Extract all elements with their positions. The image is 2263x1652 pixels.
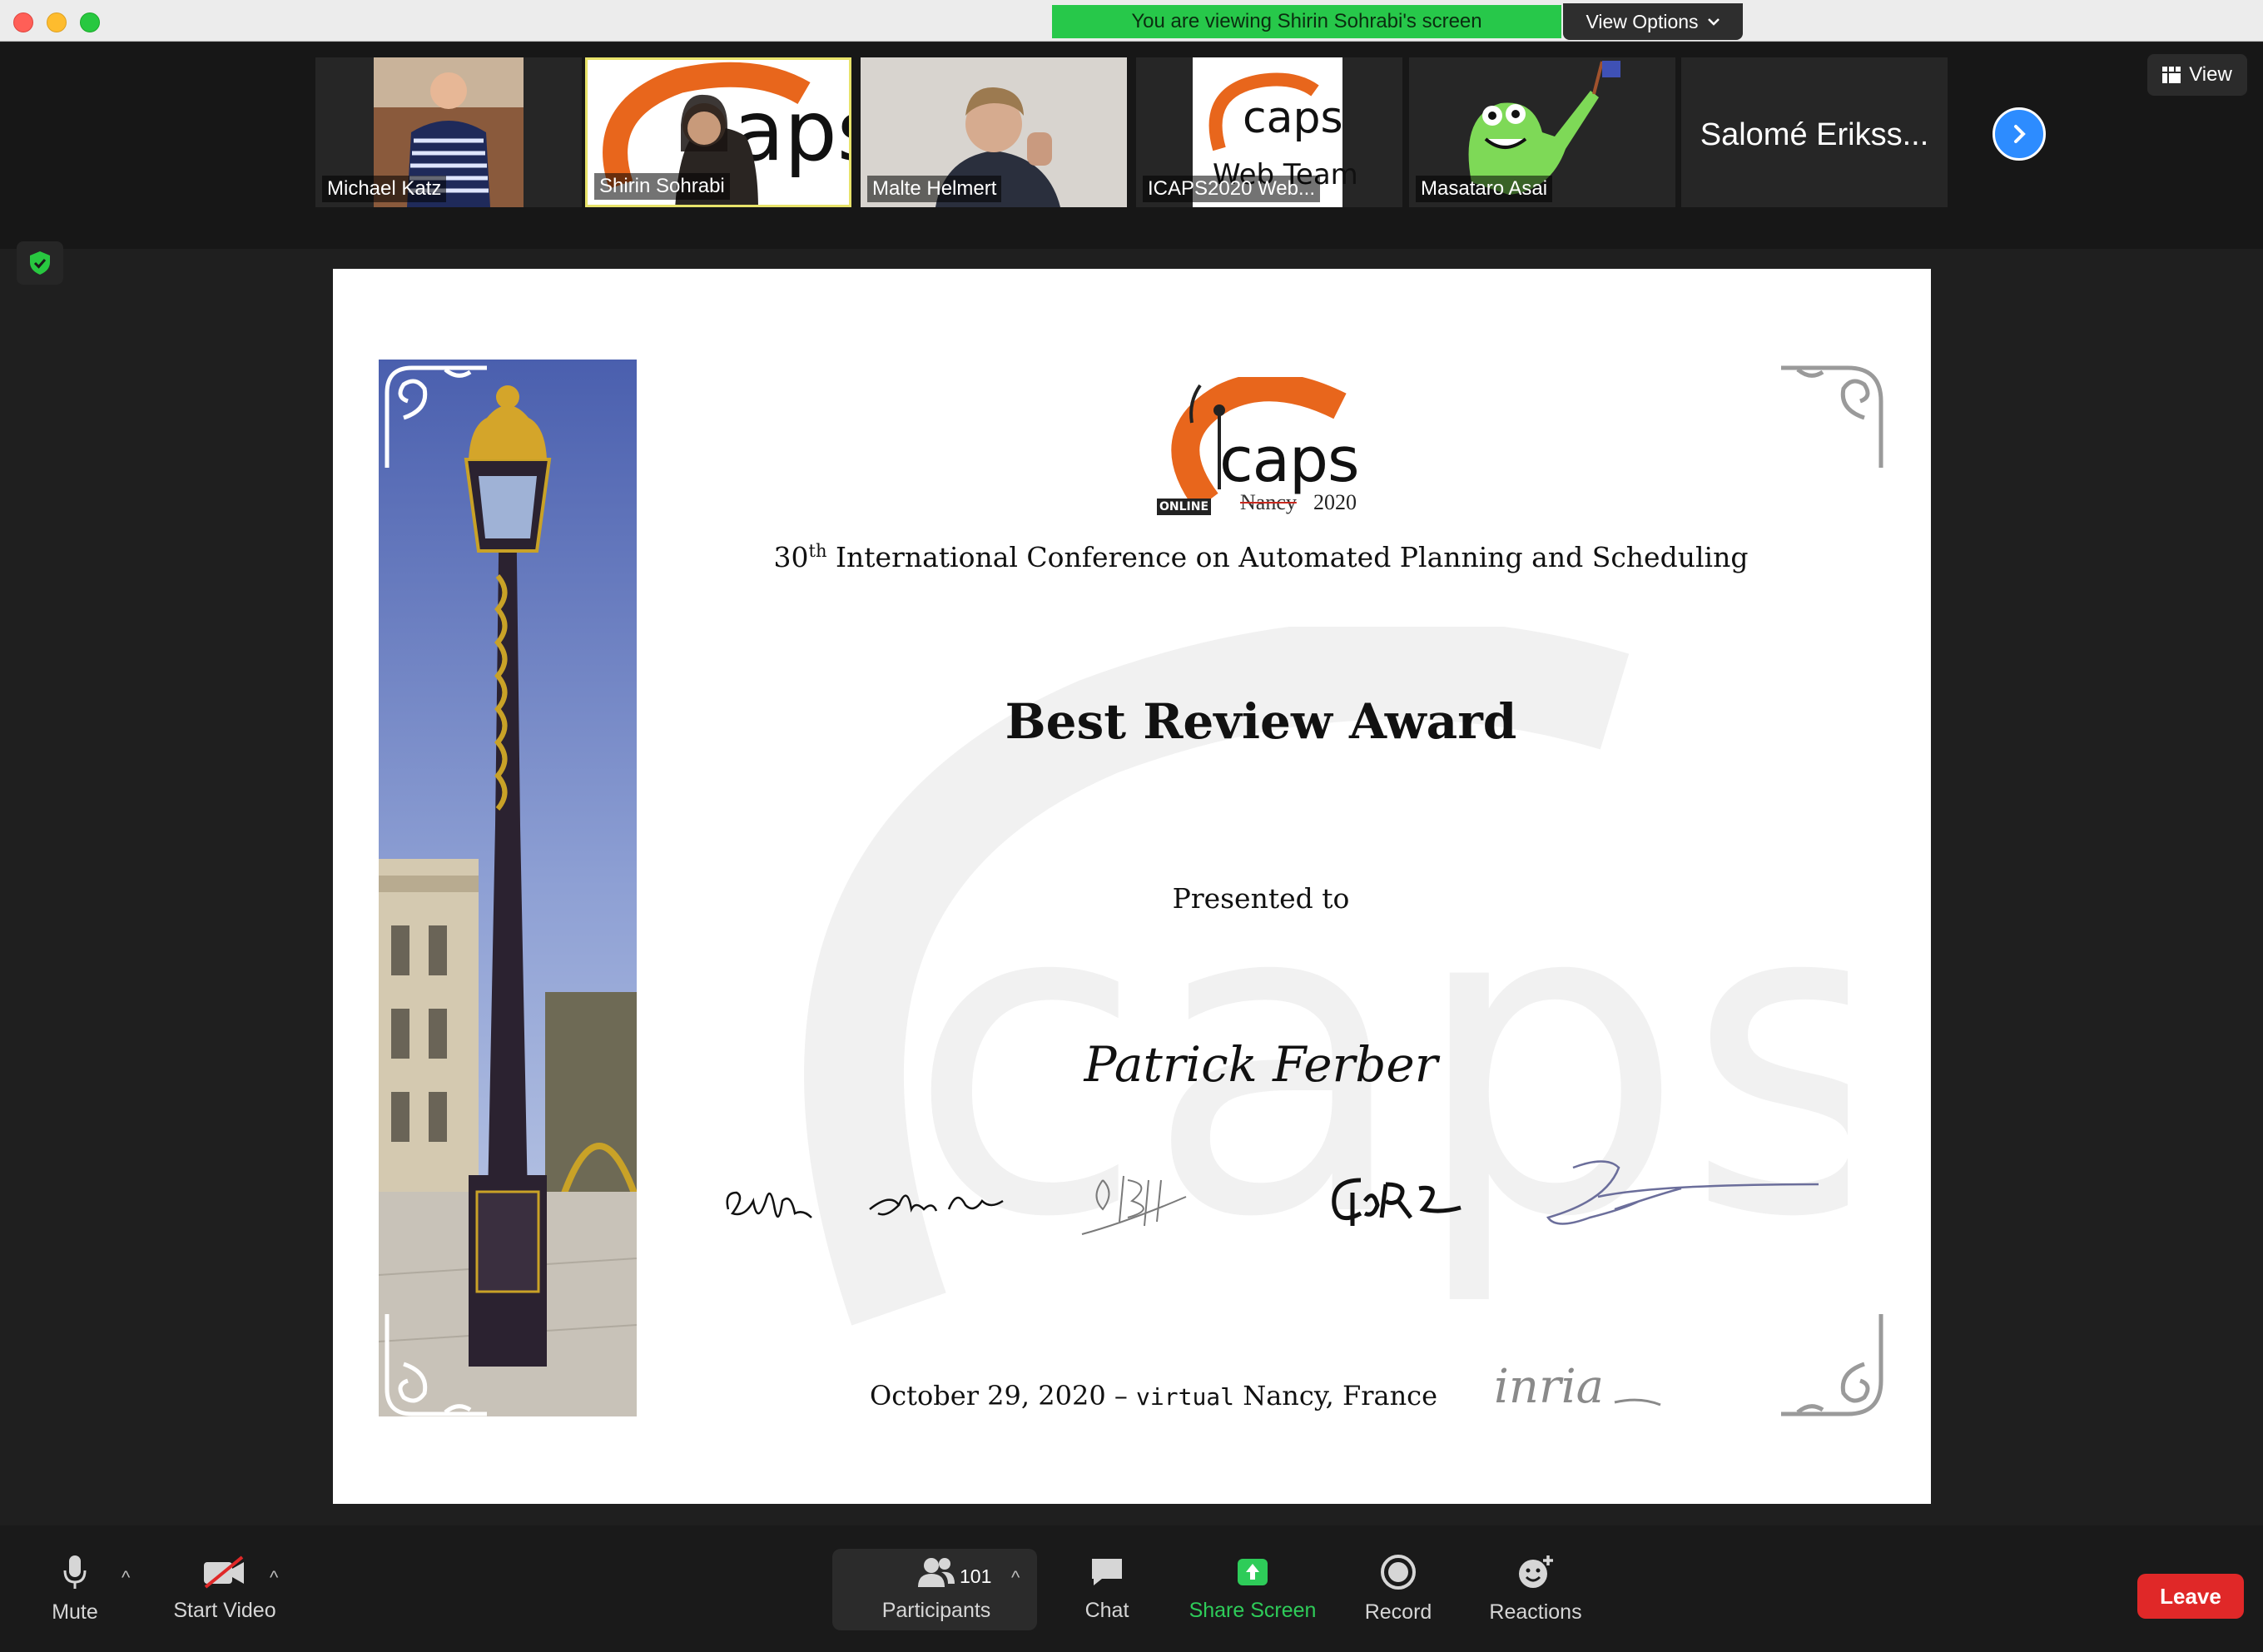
conference-ordinal-suffix: th	[808, 541, 827, 561]
logo-year: 2020	[1313, 490, 1357, 514]
inria-logo: inria	[1494, 1360, 1661, 1414]
svg-text:inria: inria	[1494, 1360, 1604, 1414]
corner-ornament-top-left	[385, 365, 487, 468]
certificate-date: October 29, 2020	[870, 1380, 1106, 1411]
conference-ordinal: 30	[773, 541, 809, 573]
view-layout-button[interactable]: View	[2147, 54, 2247, 96]
video-options-caret[interactable]: ^	[270, 1567, 278, 1589]
viewing-screen-banner: You are viewing Shirin Sohrabi's screen	[1052, 5, 1561, 38]
close-window-button[interactable]	[13, 12, 33, 32]
logo-text: caps	[1219, 424, 1360, 496]
presented-to-label: Presented to	[1172, 882, 1350, 915]
award-title: Best Review Award	[1005, 693, 1517, 750]
conference-name: International Conference on Automated Pl…	[836, 541, 1749, 573]
participant-tile[interactable]: Malte Helmert	[861, 57, 1127, 207]
recipient-name: Patrick Ferber	[1084, 1036, 1438, 1093]
grid-icon	[2162, 67, 2181, 83]
view-options-button[interactable]: View Options	[1563, 3, 1743, 40]
view-button-label: View	[2189, 63, 2232, 86]
participant-tile[interactable]: caps Web Team ICAPS2020 Web...	[1136, 57, 1402, 207]
participant-name: Michael Katz	[322, 176, 447, 202]
record-button[interactable]: Record	[1357, 1525, 1440, 1652]
chat-label: Chat	[1084, 1598, 1129, 1622]
participant-name: Shirin Sohrabi	[594, 173, 730, 200]
logo-online-stamp: ONLINE	[1157, 499, 1212, 515]
signature-3	[1081, 1175, 1187, 1235]
share-screen-button[interactable]: Share Screen	[1182, 1525, 1323, 1652]
window-titlebar: You are viewing Shirin Sohrabi's screen …	[0, 0, 2263, 42]
svg-text:caps: caps	[1243, 93, 1343, 143]
participant-name: ICAPS2020 Web...	[1143, 176, 1320, 202]
participants-button-content[interactable]: Participants	[866, 1525, 1007, 1652]
shield-icon	[30, 251, 50, 275]
mute-button[interactable]: Mute	[33, 1525, 117, 1652]
participants-label: Participants	[881, 1598, 991, 1622]
conference-title: 30th International Conference on Automat…	[333, 541, 1931, 573]
participant-tile[interactable]: Masataro Asai	[1409, 57, 1675, 207]
corner-ornament-bottom-left	[385, 1314, 487, 1416]
participant-name: Salomé Erikss...	[1700, 117, 1929, 152]
reactions-label: Reactions	[1489, 1600, 1582, 1624]
certificate-date-location: October 29, 2020 – virtual Nancy, France	[870, 1380, 1437, 1411]
reactions-button[interactable]: Reactions	[1481, 1525, 1590, 1652]
date-separator: –	[1114, 1380, 1128, 1411]
start-video-label: Start Video	[173, 1598, 276, 1622]
video-off-icon	[204, 1555, 244, 1589]
next-page-button[interactable]	[1993, 107, 2046, 161]
participant-tile[interactable]: Michael Katz	[315, 57, 582, 207]
chat-icon	[1092, 1558, 1122, 1585]
participant-name: Masataro Asai	[1416, 176, 1553, 202]
corner-ornament-bottom-right	[1781, 1314, 1883, 1416]
meeting-security-indicator[interactable]	[17, 241, 63, 285]
signature-2	[869, 1194, 1004, 1216]
chat-button[interactable]: Chat	[1065, 1525, 1149, 1652]
share-screen-label: Share Screen	[1189, 1598, 1317, 1622]
mute-label: Mute	[52, 1600, 98, 1624]
participant-name: Malte Helmert	[867, 176, 1002, 202]
signature-5	[1546, 1160, 1819, 1225]
participants-icon	[918, 1557, 955, 1587]
minimize-window-button[interactable]	[47, 12, 67, 32]
audio-options-caret[interactable]: ^	[122, 1567, 130, 1589]
certificate-location: Nancy, France	[1243, 1380, 1438, 1411]
share-screen-icon	[1238, 1558, 1268, 1585]
chevron-down-icon	[1707, 18, 1720, 26]
participants-count: 101	[960, 1565, 992, 1587]
record-icon	[1381, 1554, 1416, 1590]
shared-screen-certificate: caps caps ONLINE Nancy 2020 30th Interna…	[333, 269, 1931, 1504]
record-label: Record	[1364, 1600, 1432, 1624]
participants-options-caret[interactable]: ^	[1011, 1567, 1020, 1589]
participant-strip: Michael Katz aps Shirin Sohrabi Malte He…	[0, 42, 2263, 249]
fullscreen-window-button[interactable]	[80, 12, 100, 32]
leave-meeting-button[interactable]: Leave	[2137, 1574, 2244, 1619]
signature-1	[726, 1191, 812, 1218]
signature-4	[1332, 1178, 1462, 1226]
chevron-right-icon	[2014, 125, 2026, 143]
logo-nancy-struck: Nancy	[1240, 490, 1297, 514]
corner-ornament-top-right	[1781, 365, 1883, 468]
mic-icon	[63, 1555, 87, 1589]
reactions-icon	[1519, 1555, 1553, 1588]
view-options-label: View Options	[1586, 10, 1699, 32]
participant-tile-active[interactable]: aps Shirin Sohrabi	[585, 57, 851, 207]
meeting-toolbar: Mute ^ Start Video ^ Participants 101 ^ …	[0, 1525, 2263, 1652]
start-video-button[interactable]: Start Video	[162, 1525, 287, 1652]
virtual-word: virtual	[1136, 1383, 1235, 1411]
participant-tile[interactable]: Salomé Erikss...	[1681, 57, 1948, 207]
